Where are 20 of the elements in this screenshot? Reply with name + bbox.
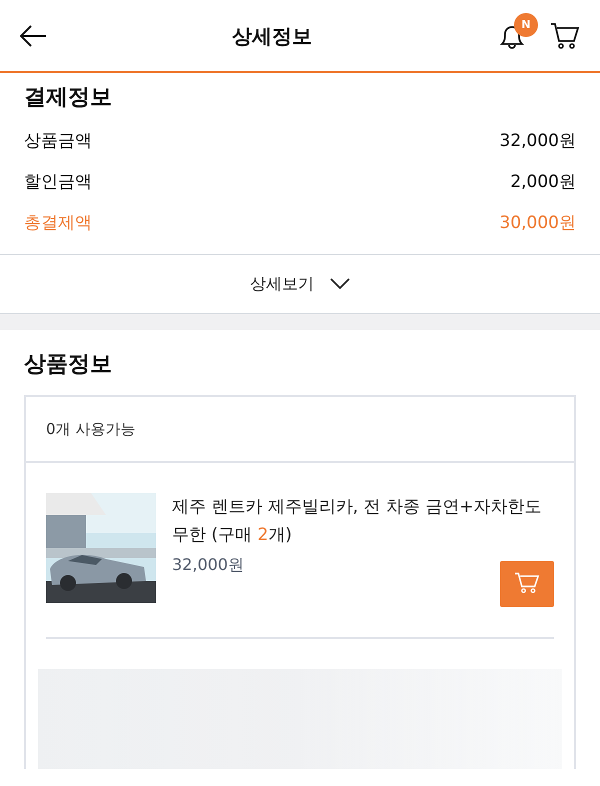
notification-badge: N bbox=[514, 12, 538, 36]
availability-text: 0개 사용가능 bbox=[46, 418, 136, 440]
product-name: 제주 렌트카 제주빌리카, 전 차종 금연+자차한도 무한 (구매 2개) bbox=[172, 496, 543, 547]
payment-amount: 32,000원 bbox=[500, 130, 576, 154]
section-title: 상품정보 bbox=[24, 352, 113, 379]
cart-button[interactable] bbox=[550, 20, 580, 50]
payment-amount: 30,000원 bbox=[500, 212, 576, 236]
payment-label: 상품금액 bbox=[24, 130, 92, 154]
back-arrow-icon bbox=[20, 24, 46, 46]
details-button[interactable]: 상세보기 bbox=[0, 254, 600, 314]
payment-label: 할인금액 bbox=[24, 171, 92, 194]
back-button[interactable] bbox=[20, 24, 46, 46]
page-title: 상세정보 bbox=[232, 22, 312, 50]
payment-label: 총결제액 bbox=[24, 212, 92, 236]
section-title: 결제정보 bbox=[24, 85, 113, 112]
payment-amount: 2,000원 bbox=[510, 171, 576, 194]
add-to-cart-button[interactable] bbox=[500, 560, 554, 607]
cart-icon bbox=[550, 20, 580, 50]
product-price: 32,000원 bbox=[172, 554, 244, 576]
cart-icon bbox=[514, 571, 540, 596]
